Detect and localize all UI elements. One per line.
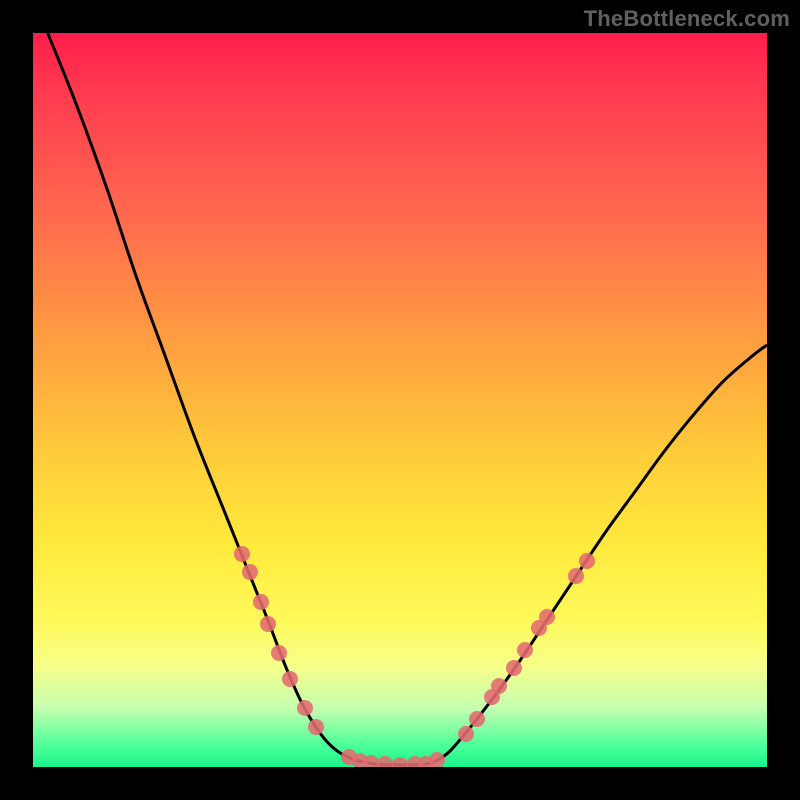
bottleneck-curve: [48, 33, 767, 765]
data-marker: [458, 726, 474, 742]
plot-area: [33, 33, 767, 767]
watermark-text: TheBottleneck.com: [584, 6, 790, 32]
data-marker: [271, 645, 287, 661]
data-marker: [363, 755, 379, 767]
data-marker: [282, 671, 298, 687]
data-marker: [506, 660, 522, 676]
data-marker: [517, 642, 533, 658]
data-marker: [308, 719, 324, 735]
chart-frame: TheBottleneck.com: [0, 0, 800, 800]
data-marker: [242, 564, 258, 580]
data-marker: [260, 616, 276, 632]
data-marker: [429, 752, 445, 767]
curve-layer: [33, 33, 767, 767]
data-marker: [539, 609, 555, 625]
data-marker: [253, 594, 269, 610]
data-marker: [377, 756, 393, 767]
data-marker: [297, 700, 313, 716]
data-marker: [392, 757, 408, 767]
